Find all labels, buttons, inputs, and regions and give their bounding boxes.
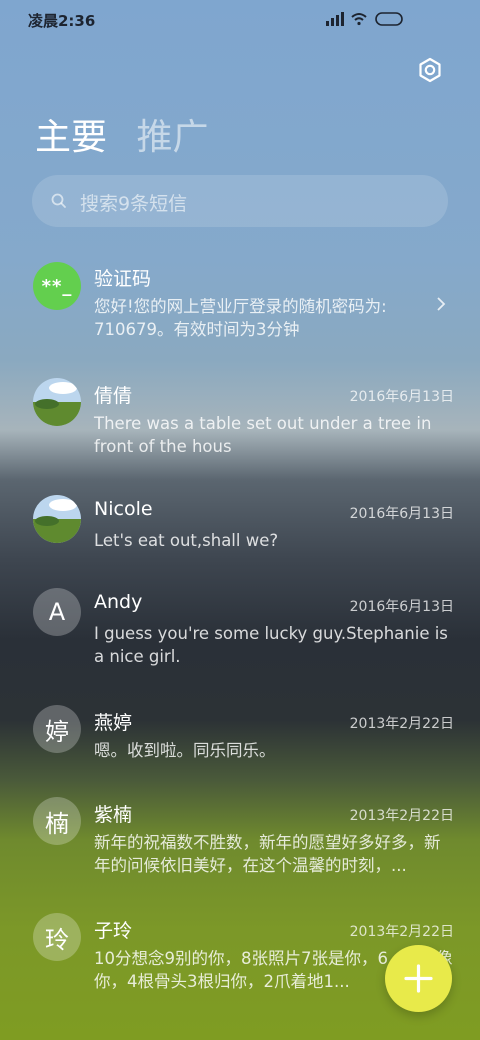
sender-name: 验证码 [94,268,152,290]
sender-name: 倩倩 [94,385,133,407]
message-preview: 嗯。收到啦。同乐同乐。 [94,741,276,760]
tab-promotions[interactable]: 推广 [136,117,208,158]
message-date: 2016年6月13日 [349,389,454,405]
signal-icon [326,12,344,26]
sender-name: 子玲 [94,920,133,942]
message-date: 2016年6月13日 [349,506,454,522]
status-bar: 凌晨2:36 [0,0,480,40]
search-icon [51,193,66,208]
list-item[interactable]: 楠 紫楠 2013年2月22日 新年的祝福数不胜数，新年的愿望好多好多，新年的问… [0,797,480,897]
sender-name: 燕婷 [94,712,133,734]
sender-name: Nicole [94,498,153,520]
tab-bar: 主要 推广 [35,108,226,160]
tab-primary[interactable]: 主要 [35,117,107,158]
chevron-right-icon[interactable] [436,296,446,312]
message-preview: Let's eat out,shall we? [94,531,279,550]
sender-name: Andy [94,591,143,613]
list-item[interactable]: 婷 燕婷 2013年2月22日 嗯。收到啦。同乐同乐。 [0,705,480,785]
message-date: 2013年2月22日 [349,716,454,732]
compose-button[interactable] [385,945,452,1012]
list-item[interactable]: **_ 验证码 您好!您的网上营业厅登录的随机密码为: 710679。有效时间为… [0,258,480,358]
avatar [33,495,81,543]
sender-name: 紫楠 [94,804,133,826]
list-item[interactable]: 倩倩 2016年6月13日 There was a table set out … [0,378,480,468]
avatar [33,378,81,426]
avatar: **_ [33,262,81,310]
message-date: 2016年6月13日 [349,599,454,615]
avatar: A [33,588,81,636]
message-preview: 新年的祝福数不胜数，新年的愿望好多好多，新年的问候依旧美好，在这个温馨的时刻，.… [94,833,441,875]
list-item[interactable]: A Andy 2016年6月13日 I guess you're some lu… [0,588,480,678]
landscape-photo-icon [33,378,81,426]
status-icons [326,12,403,26]
message-preview: I guess you're some lucky guy.Stephanie … [94,624,448,666]
landscape-photo-icon [33,495,81,543]
avatar: 玲 [33,913,81,961]
message-preview: There was a table set out under a tree i… [94,414,432,456]
status-time: 凌晨2:36 [28,12,96,30]
list-item[interactable]: Nicole 2016年6月13日 Let's eat out,shall we… [0,495,480,575]
avatar: 婷 [33,705,81,753]
battery-icon [375,12,403,26]
message-preview: 您好!您的网上营业厅登录的随机密码为: 710679。有效时间为3分钟 [94,297,387,339]
wifi-icon [351,13,367,26]
search-placeholder: 搜索9条短信 [80,193,188,215]
message-date: 2013年2月22日 [349,808,454,824]
avatar: 楠 [33,797,81,845]
gear-icon[interactable] [414,54,446,86]
message-date: 2013年2月22日 [349,924,454,940]
plus-icon [404,964,433,993]
search-input[interactable]: 搜索9条短信 [32,175,448,227]
